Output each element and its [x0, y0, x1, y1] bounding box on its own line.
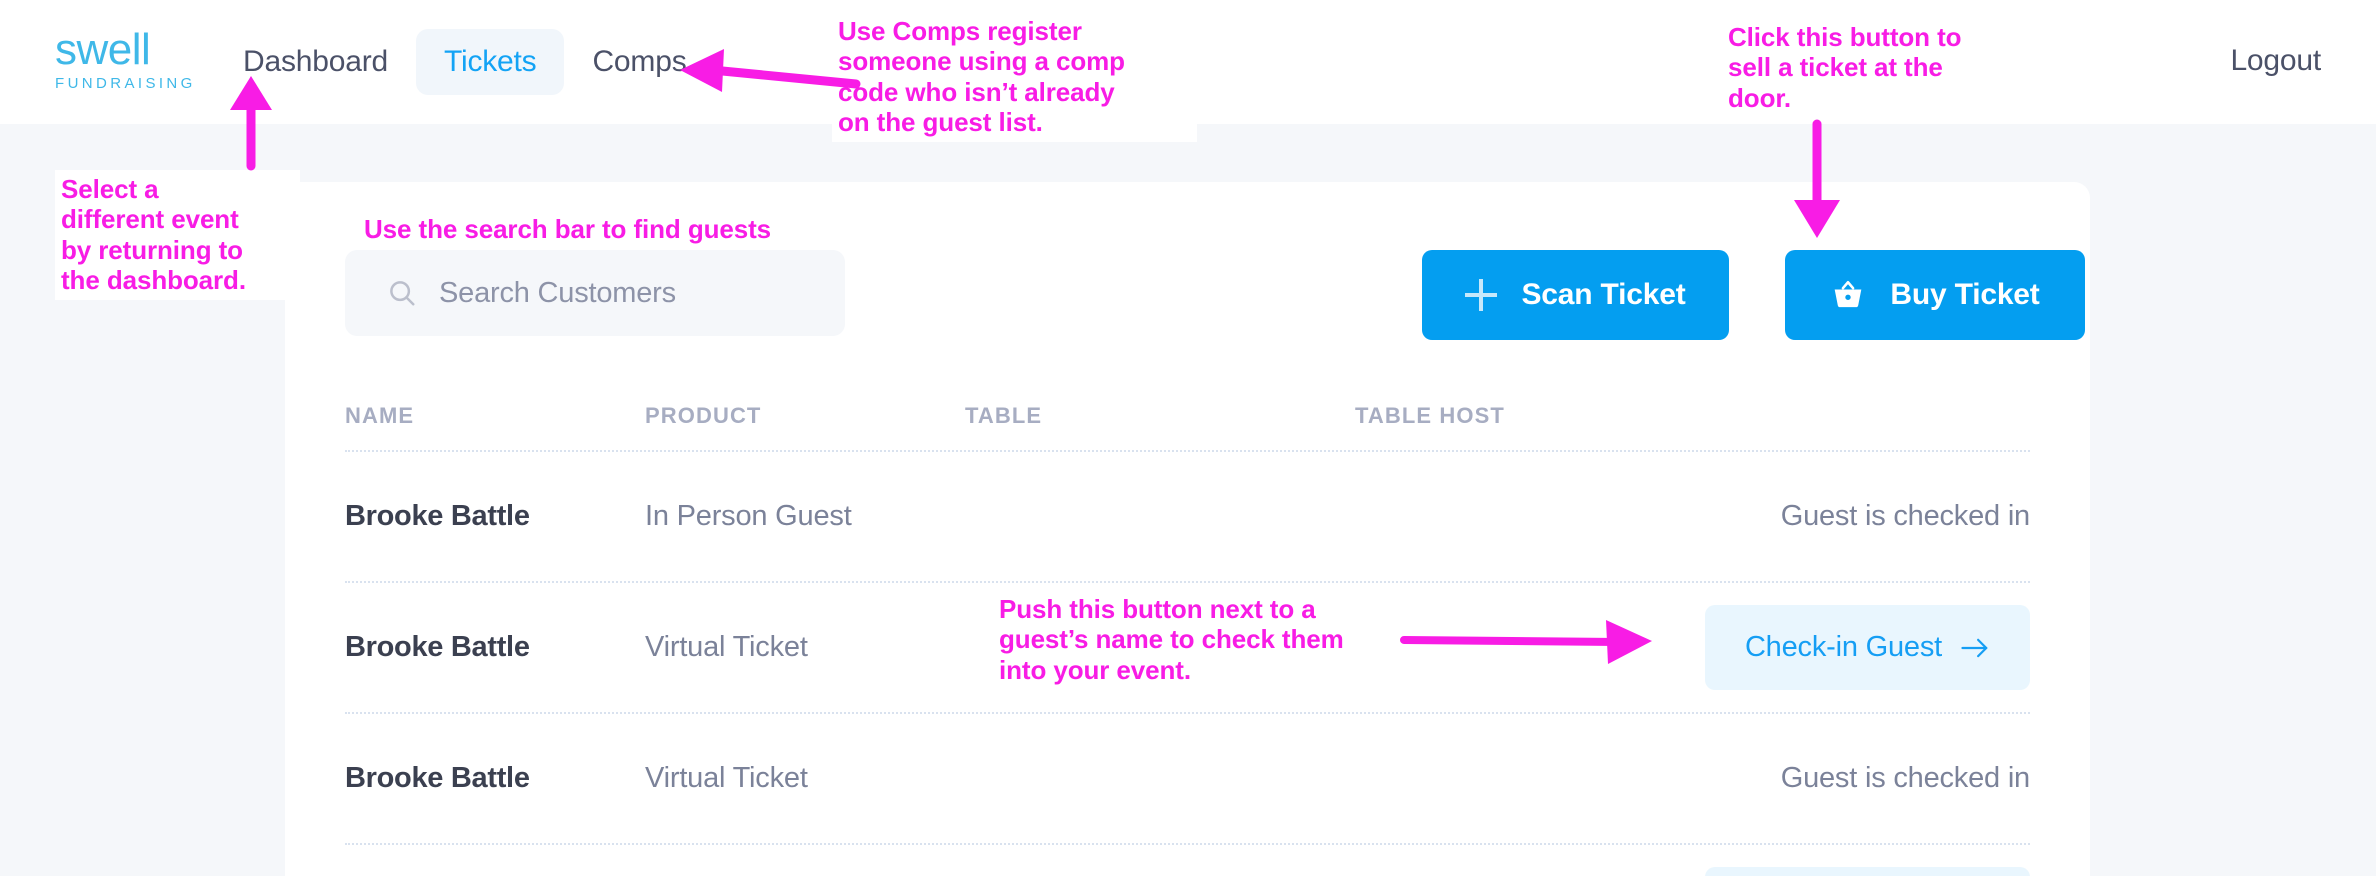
status-badge: Guest is checked in — [1780, 762, 2030, 794]
table-row[interactable]: Brooke Battle In Person Guest Guest is c… — [345, 452, 2030, 583]
status-badge: Guest is checked in — [1780, 500, 2030, 532]
nav-item-tickets[interactable]: Tickets — [415, 29, 565, 95]
buy-ticket-label: Buy Ticket — [1890, 278, 2040, 311]
logout-button[interactable]: Logout — [2230, 44, 2321, 78]
logo-tagline: FUNDRAISING — [55, 75, 196, 92]
annotation-arrow-checkin — [1400, 620, 1652, 664]
table-header-row: NAME PRODUCT TABLE TABLE HOST — [345, 382, 2030, 452]
table-row[interactable]: Brooke Battle Virtual Ticket Guest is ch… — [345, 714, 2030, 845]
annotation-arrow-dashboard — [230, 76, 272, 171]
scan-ticket-button[interactable]: Scan Ticket — [1422, 250, 1729, 340]
check-in-guest-label: Check-in Guest — [1744, 631, 1942, 663]
cell-action: Guest is checked in — [1670, 500, 2030, 533]
logo-wordmark: swell — [55, 25, 151, 74]
annotation-buy-ticket-note: Click this button to sell a ticket at th… — [1728, 22, 1962, 113]
cell-guest-name: Brooke Battle — [345, 500, 530, 532]
table-row[interactable]: Check-in Guest — [345, 845, 2030, 876]
cell-product: In Person Guest — [645, 500, 852, 532]
column-header-table-host: TABLE HOST — [1355, 403, 1505, 428]
cell-product: Virtual Ticket — [645, 762, 808, 794]
annotation-arrow-buy-ticket — [1794, 119, 1840, 238]
arrow-right-icon — [1961, 638, 1988, 657]
search-icon — [390, 281, 415, 306]
column-header-name: NAME — [345, 403, 415, 428]
cell-product: Virtual Ticket — [645, 631, 808, 663]
plus-icon — [1465, 279, 1498, 311]
buy-ticket-button[interactable]: Buy Ticket — [1785, 250, 2085, 340]
annotation-checkin-note: Push this button next to a guest’s name … — [999, 594, 1344, 685]
check-in-guest-button[interactable]: Check-in Guest — [1704, 605, 2030, 690]
cell-guest-name: Brooke Battle — [345, 762, 530, 794]
swell-logo[interactable]: swell FUNDRAISING — [55, 28, 195, 102]
annotation-search-note: Use the search bar to find guests — [364, 214, 772, 244]
tickets-panel: Search Customers Scan Ticket Buy Ticket … — [285, 182, 2090, 876]
cell-action: Guest is checked in — [1670, 762, 2030, 795]
check-in-guest-button[interactable]: Check-in Guest — [1704, 867, 2030, 876]
search-input[interactable]: Search Customers — [345, 250, 845, 336]
cell-action: Check-in Guest — [1670, 605, 2030, 690]
basket-icon — [1835, 280, 1862, 308]
column-header-table: TABLE — [965, 403, 1043, 428]
cell-guest-name: Brooke Battle — [345, 631, 530, 663]
search-placeholder: Search Customers — [439, 276, 676, 309]
scan-ticket-label: Scan Ticket — [1521, 278, 1686, 311]
cell-action: Check-in Guest — [1670, 867, 2030, 876]
panel-toolbar: Search Customers Scan Ticket Buy Ticket — [345, 250, 2085, 350]
column-header-product: PRODUCT — [645, 403, 762, 428]
annotation-comps-note: Use Comps register someone using a comp … — [832, 12, 1197, 142]
annotation-dashboard-note: Select a different event by returning to… — [55, 170, 300, 300]
annotation-arrow-comps — [680, 49, 861, 92]
